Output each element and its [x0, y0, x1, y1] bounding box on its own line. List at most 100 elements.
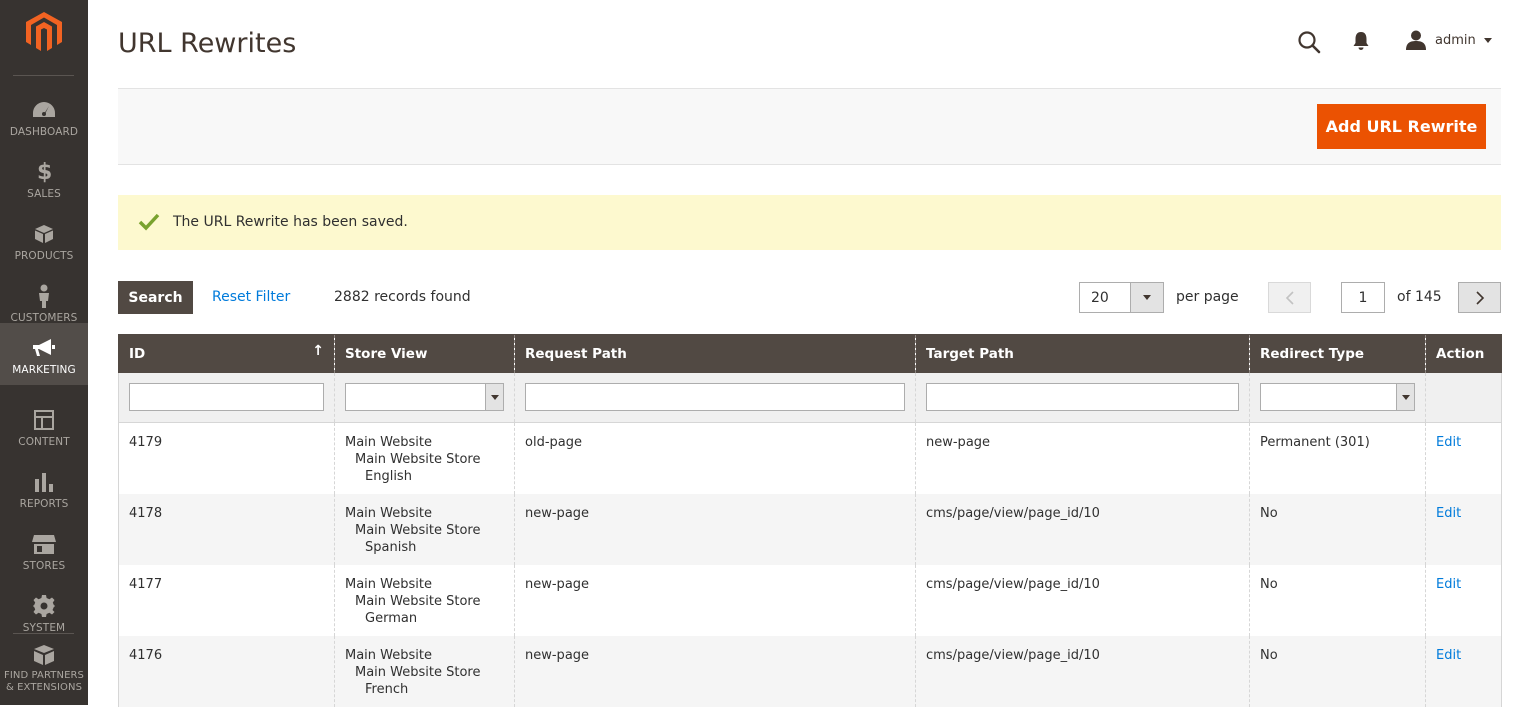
store-name: Main Website Store — [355, 593, 481, 609]
cell-target-path: cms/page/view/page_id/10 — [915, 564, 1250, 636]
sidebar-item-content[interactable]: CONTENT — [0, 395, 88, 457]
dollar-icon: $ — [32, 161, 56, 183]
store-view-name: French — [365, 681, 409, 697]
sidebar-item-label: SALES — [27, 188, 61, 200]
cell-request-path: new-page — [514, 564, 916, 636]
edit-link[interactable]: Edit — [1436, 648, 1461, 663]
sidebar-item-label: DASHBOARD — [9, 126, 79, 138]
store-website: Main Website — [345, 576, 432, 592]
admin-sidebar: DASHBOARD $ SALES PRODUCTS CUSTOMERS MAR… — [0, 0, 88, 705]
column-label: Store View — [345, 345, 428, 362]
next-page-button[interactable] — [1458, 282, 1501, 313]
sidebar-item-stores[interactable]: STORES — [0, 519, 88, 581]
column-header-redirect-type[interactable]: Redirect Type — [1249, 334, 1426, 373]
sidebar-item-reports[interactable]: REPORTS — [0, 457, 88, 519]
filter-target-path-input[interactable] — [926, 383, 1239, 412]
user-menu[interactable]: admin — [1406, 28, 1492, 52]
column-header-store-view[interactable]: Store View — [334, 334, 515, 373]
box-icon — [32, 223, 56, 245]
logo-divider — [13, 75, 74, 76]
sidebar-divider — [13, 633, 74, 634]
column-header-target-path[interactable]: Target Path — [915, 334, 1250, 373]
store-view-name: Spanish — [365, 539, 417, 555]
sidebar-item-dashboard[interactable]: DASHBOARD — [0, 85, 88, 147]
search-icon[interactable] — [1297, 30, 1321, 54]
filter-redirect-type-select[interactable] — [1260, 383, 1415, 412]
per-page-label: per page — [1176, 289, 1239, 305]
edit-link[interactable]: Edit — [1436, 506, 1461, 521]
chevron-left-icon — [1285, 291, 1294, 305]
filter-store-view-select[interactable] — [345, 383, 504, 412]
dashboard-icon — [32, 99, 56, 121]
filter-id-input[interactable] — [129, 383, 324, 412]
store-name: Main Website Store — [355, 664, 481, 680]
page-actions-bar — [118, 88, 1501, 165]
chevron-down-icon — [1483, 37, 1492, 43]
page-total: of 145 — [1397, 289, 1442, 305]
column-header-request-path[interactable]: Request Path — [514, 334, 916, 373]
chevron-down-icon[interactable] — [485, 384, 503, 411]
person-icon — [32, 284, 56, 308]
column-label: Action — [1436, 345, 1485, 362]
page-number-input[interactable] — [1341, 282, 1385, 313]
partners-label-line2: & EXTENSIONS — [5, 682, 83, 693]
sidebar-item-sales[interactable]: $ SALES — [0, 147, 88, 209]
column-label: ID — [129, 345, 146, 362]
sidebar-item-partners[interactable]: FIND PARTNERS & EXTENSIONS — [0, 638, 88, 705]
per-page-select[interactable]: 20 — [1079, 282, 1164, 313]
column-header-action: Action — [1425, 334, 1502, 373]
cell-action: Edit — [1425, 493, 1502, 565]
sidebar-item-marketing[interactable]: MARKETING — [0, 323, 88, 385]
sidebar-item-label: PRODUCTS — [14, 250, 74, 262]
store-view-name: German — [365, 610, 418, 626]
table-row[interactable]: 4179 Main Website Main Website Store Eng… — [118, 422, 1502, 494]
cell-request-path: new-page — [514, 493, 916, 565]
filter-request-path-input[interactable] — [525, 383, 905, 412]
search-button[interactable]: Search — [118, 281, 193, 314]
check-icon — [138, 213, 160, 231]
svg-text:$: $ — [37, 161, 51, 183]
cell-redirect-type: No — [1249, 493, 1426, 565]
success-message: The URL Rewrite has been saved. — [118, 195, 1501, 250]
cell-target-path: cms/page/view/page_id/10 — [915, 635, 1250, 707]
sort-ascending-icon: ↑ — [312, 343, 324, 359]
user-icon — [1406, 30, 1426, 50]
cell-store-view: Main Website Main Website Store German — [334, 564, 515, 636]
chevron-down-icon[interactable] — [1130, 283, 1163, 312]
bar-chart-icon — [32, 471, 56, 493]
table-row[interactable]: 4177 Main Website Main Website Store Ger… — [118, 564, 1502, 636]
chevron-down-icon[interactable] — [1396, 384, 1414, 411]
sidebar-item-label: STORES — [22, 560, 66, 572]
bell-icon[interactable] — [1352, 31, 1370, 51]
column-header-id[interactable]: ID ↑ — [118, 334, 335, 373]
box-stack-icon — [32, 644, 56, 666]
cell-store-view: Main Website Main Website Store French — [334, 635, 515, 707]
sidebar-item-label: REPORTS — [19, 498, 69, 510]
reset-filter-link[interactable]: Reset Filter — [212, 289, 290, 305]
table-row[interactable]: 4176 Main Website Main Website Store Fre… — [118, 635, 1502, 707]
previous-page-button[interactable] — [1268, 282, 1311, 313]
cell-target-path: cms/page/view/page_id/10 — [915, 493, 1250, 565]
cell-request-path: old-page — [514, 422, 916, 494]
column-label: Request Path — [525, 345, 627, 362]
edit-link[interactable]: Edit — [1436, 577, 1461, 592]
add-url-rewrite-button[interactable]: Add URL Rewrite — [1317, 104, 1486, 149]
store-name: Main Website Store — [355, 452, 481, 467]
url-rewrites-grid: ID ↑ Store View Request Path Target Path … — [118, 334, 1502, 707]
cell-store-view: Main Website Main Website Store English — [334, 422, 515, 494]
store-icon — [32, 533, 56, 555]
cell-id: 4179 — [118, 422, 335, 494]
sidebar-item-products[interactable]: PRODUCTS — [0, 209, 88, 271]
table-row[interactable]: 4178 Main Website Main Website Store Spa… — [118, 493, 1502, 565]
user-name: admin — [1435, 32, 1476, 48]
cell-action: Edit — [1425, 422, 1502, 494]
store-name: Main Website Store — [355, 522, 481, 538]
cell-action: Edit — [1425, 564, 1502, 636]
column-label: Target Path — [926, 345, 1014, 362]
magento-logo-icon[interactable] — [26, 12, 62, 52]
edit-link[interactable]: Edit — [1436, 435, 1461, 450]
chevron-right-icon — [1476, 291, 1485, 305]
filter-action-empty — [1425, 372, 1502, 423]
cell-store-view: Main Website Main Website Store Spanish — [334, 493, 515, 565]
store-website: Main Website — [345, 435, 432, 450]
